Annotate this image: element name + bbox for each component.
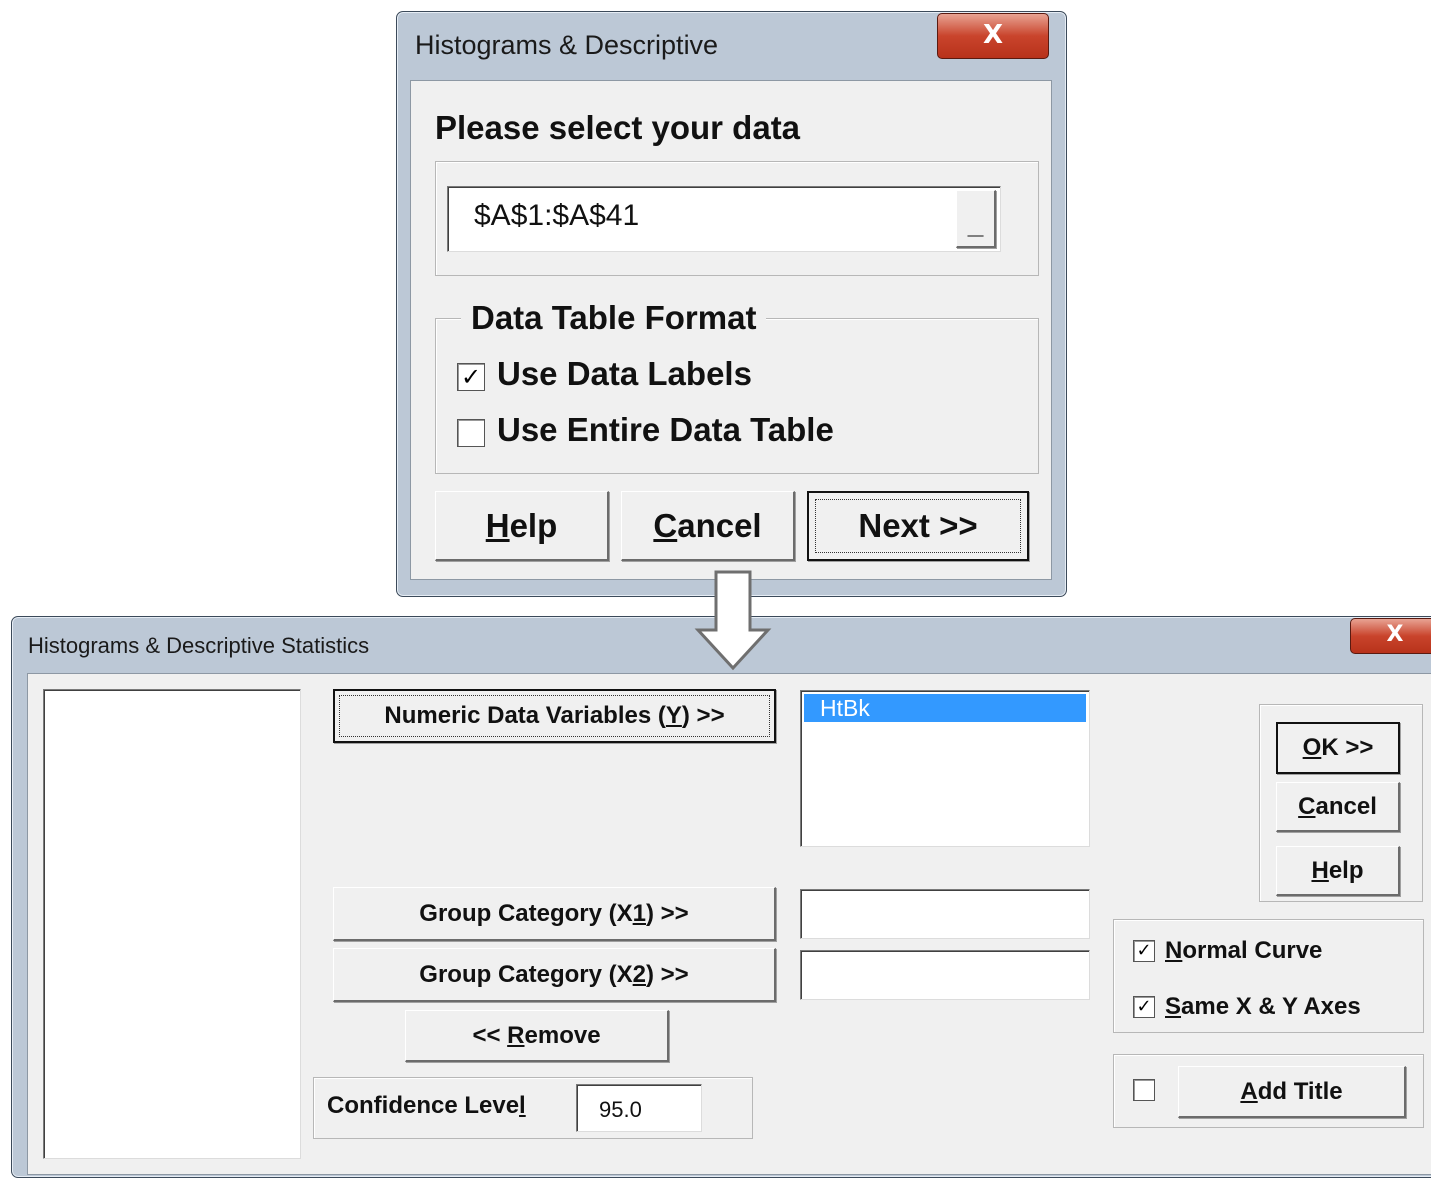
range-value: $A$1:$A$41: [474, 199, 640, 232]
same-axes-label: Same X & Y Axes: [1165, 993, 1361, 1020]
next-button[interactable]: Next >>: [807, 491, 1029, 561]
group-category-x1-button[interactable]: Group Category (X1) >>: [333, 887, 776, 941]
help-button-label: Help: [485, 506, 558, 544]
group-category-x1-field[interactable]: [800, 889, 1090, 939]
group-category-x2-label: Group Category (X2) >>: [419, 960, 689, 988]
dialog2-client: Numeric Data Variables (Y) >> HtBk Group…: [27, 673, 1431, 1175]
group-category-x2-field[interactable]: [800, 950, 1090, 1000]
numeric-variables-button[interactable]: Numeric Data Variables (Y) >>: [333, 689, 776, 743]
use-data-labels-label: Use Data Labels: [497, 355, 752, 392]
data-format-title: Data Table Format: [461, 299, 767, 337]
group-category-x1-label: Group Category (X1) >>: [419, 899, 689, 927]
cancel-button-label: Cancel: [653, 506, 762, 544]
cancel-button-label: Cancel: [1298, 792, 1377, 820]
group-category-x2-button[interactable]: Group Category (X2) >>: [333, 948, 776, 1002]
ok-button-label: OK >>: [1302, 734, 1374, 761]
add-title-button[interactable]: Add Title: [1178, 1066, 1406, 1118]
variable-source-list[interactable]: [43, 689, 301, 1159]
help-button[interactable]: Help: [435, 491, 609, 561]
data-prompt: Please select your data: [435, 109, 801, 146]
ok-button[interactable]: OK >>: [1276, 722, 1400, 774]
remove-button[interactable]: << Remove: [405, 1010, 669, 1062]
add-title-checkbox[interactable]: [1133, 1079, 1155, 1101]
close-icon: X: [982, 20, 1004, 50]
next-button-label: Next >>: [858, 507, 978, 544]
same-axes-checkbox[interactable]: ✓: [1133, 996, 1155, 1018]
normal-curve-checkbox[interactable]: ✓: [1133, 940, 1155, 962]
list-item-label: HtBk: [820, 695, 870, 721]
numeric-variables-label: Numeric Data Variables (Y) >>: [384, 702, 725, 729]
dialog-data-select: Histograms & Descriptive X Please select…: [396, 11, 1067, 597]
cancel-button[interactable]: Cancel: [1276, 782, 1400, 832]
list-item[interactable]: HtBk: [804, 694, 1086, 722]
numeric-variables-list[interactable]: HtBk: [800, 690, 1090, 847]
remove-button-label: << Remove: [472, 1021, 601, 1049]
range-picker-icon: _: [967, 208, 984, 239]
down-arrow-icon: [694, 570, 772, 671]
use-entire-table-label: Use Entire Data Table: [497, 411, 834, 448]
cancel-button[interactable]: Cancel: [621, 491, 795, 561]
dialog2-title: Histograms & Descriptive Statistics: [28, 633, 370, 658]
confidence-level-label: Confidence Level: [327, 1092, 526, 1119]
dialog1-title: Histograms & Descriptive: [415, 30, 719, 60]
dialog2-close-button[interactable]: X: [1350, 618, 1431, 654]
confidence-level-input[interactable]: 95.0: [576, 1084, 702, 1132]
dialog1-client: Please select your data $A$1:$A$41 _ Dat…: [410, 80, 1052, 580]
normal-curve-label: Normal Curve: [1165, 937, 1323, 964]
help-button[interactable]: Help: [1276, 846, 1400, 896]
close-icon: X: [1386, 622, 1404, 647]
add-title-button-label: Add Title: [1240, 1077, 1343, 1105]
use-data-labels-checkbox[interactable]: ✓: [457, 363, 485, 391]
range-input[interactable]: $A$1:$A$41 _: [447, 186, 1001, 252]
confidence-level-value: 95.0: [599, 1097, 642, 1122]
dialog1-close-button[interactable]: X: [937, 13, 1049, 59]
range-picker-button[interactable]: _: [956, 190, 996, 248]
dialog-histogram-options: Histograms & Descriptive Statistics X Nu…: [11, 616, 1431, 1178]
data-format-group: [435, 318, 1039, 474]
use-entire-table-checkbox[interactable]: [457, 419, 485, 447]
help-button-label: Help: [1311, 856, 1364, 884]
